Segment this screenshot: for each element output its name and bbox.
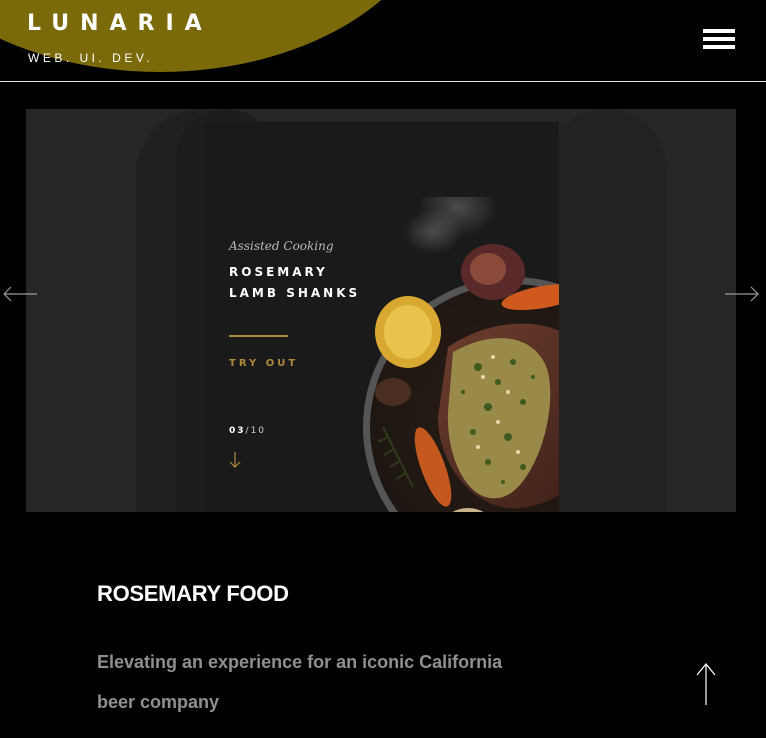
arrow-right-icon[interactable] [724, 285, 760, 303]
slide-counter-total: /10 [245, 426, 267, 436]
hamburger-bar [703, 37, 735, 41]
hamburger-bar [703, 45, 735, 49]
site-logo[interactable]: LUNARIA [27, 12, 213, 36]
lamb-dish-image [363, 197, 559, 512]
arrow-left-icon[interactable] [2, 285, 38, 303]
slide-counter: 03/10 [229, 426, 266, 436]
site-header: LUNARIA WEB. UI. DEV. [0, 0, 766, 82]
slide-background-shape [546, 109, 666, 512]
try-out-button[interactable]: TRY OUT [229, 358, 298, 369]
slide-counter-current: 03 [229, 426, 246, 436]
app-screen-mockup: Assisted Cooking ROSEMARY LAMB SHANKS TR… [203, 122, 559, 512]
project-slide[interactable]: Assisted Cooking ROSEMARY LAMB SHANKS TR… [26, 109, 736, 512]
site-tagline: WEB. UI. DEV. [28, 51, 154, 65]
card-divider [229, 335, 288, 337]
page: LUNARIA WEB. UI. DEV. Assisted Cooking R… [0, 0, 766, 738]
arrow-down-icon[interactable] [229, 451, 241, 469]
hamburger-menu-icon[interactable] [703, 29, 735, 49]
arrow-up-icon[interactable] [694, 662, 718, 706]
hamburger-bar [703, 29, 735, 33]
project-title: ROSEMARY FOOD [97, 581, 289, 606]
card-kicker: Assisted Cooking [229, 239, 334, 253]
project-description: Elevating an experience for an iconic Ca… [97, 652, 503, 712]
